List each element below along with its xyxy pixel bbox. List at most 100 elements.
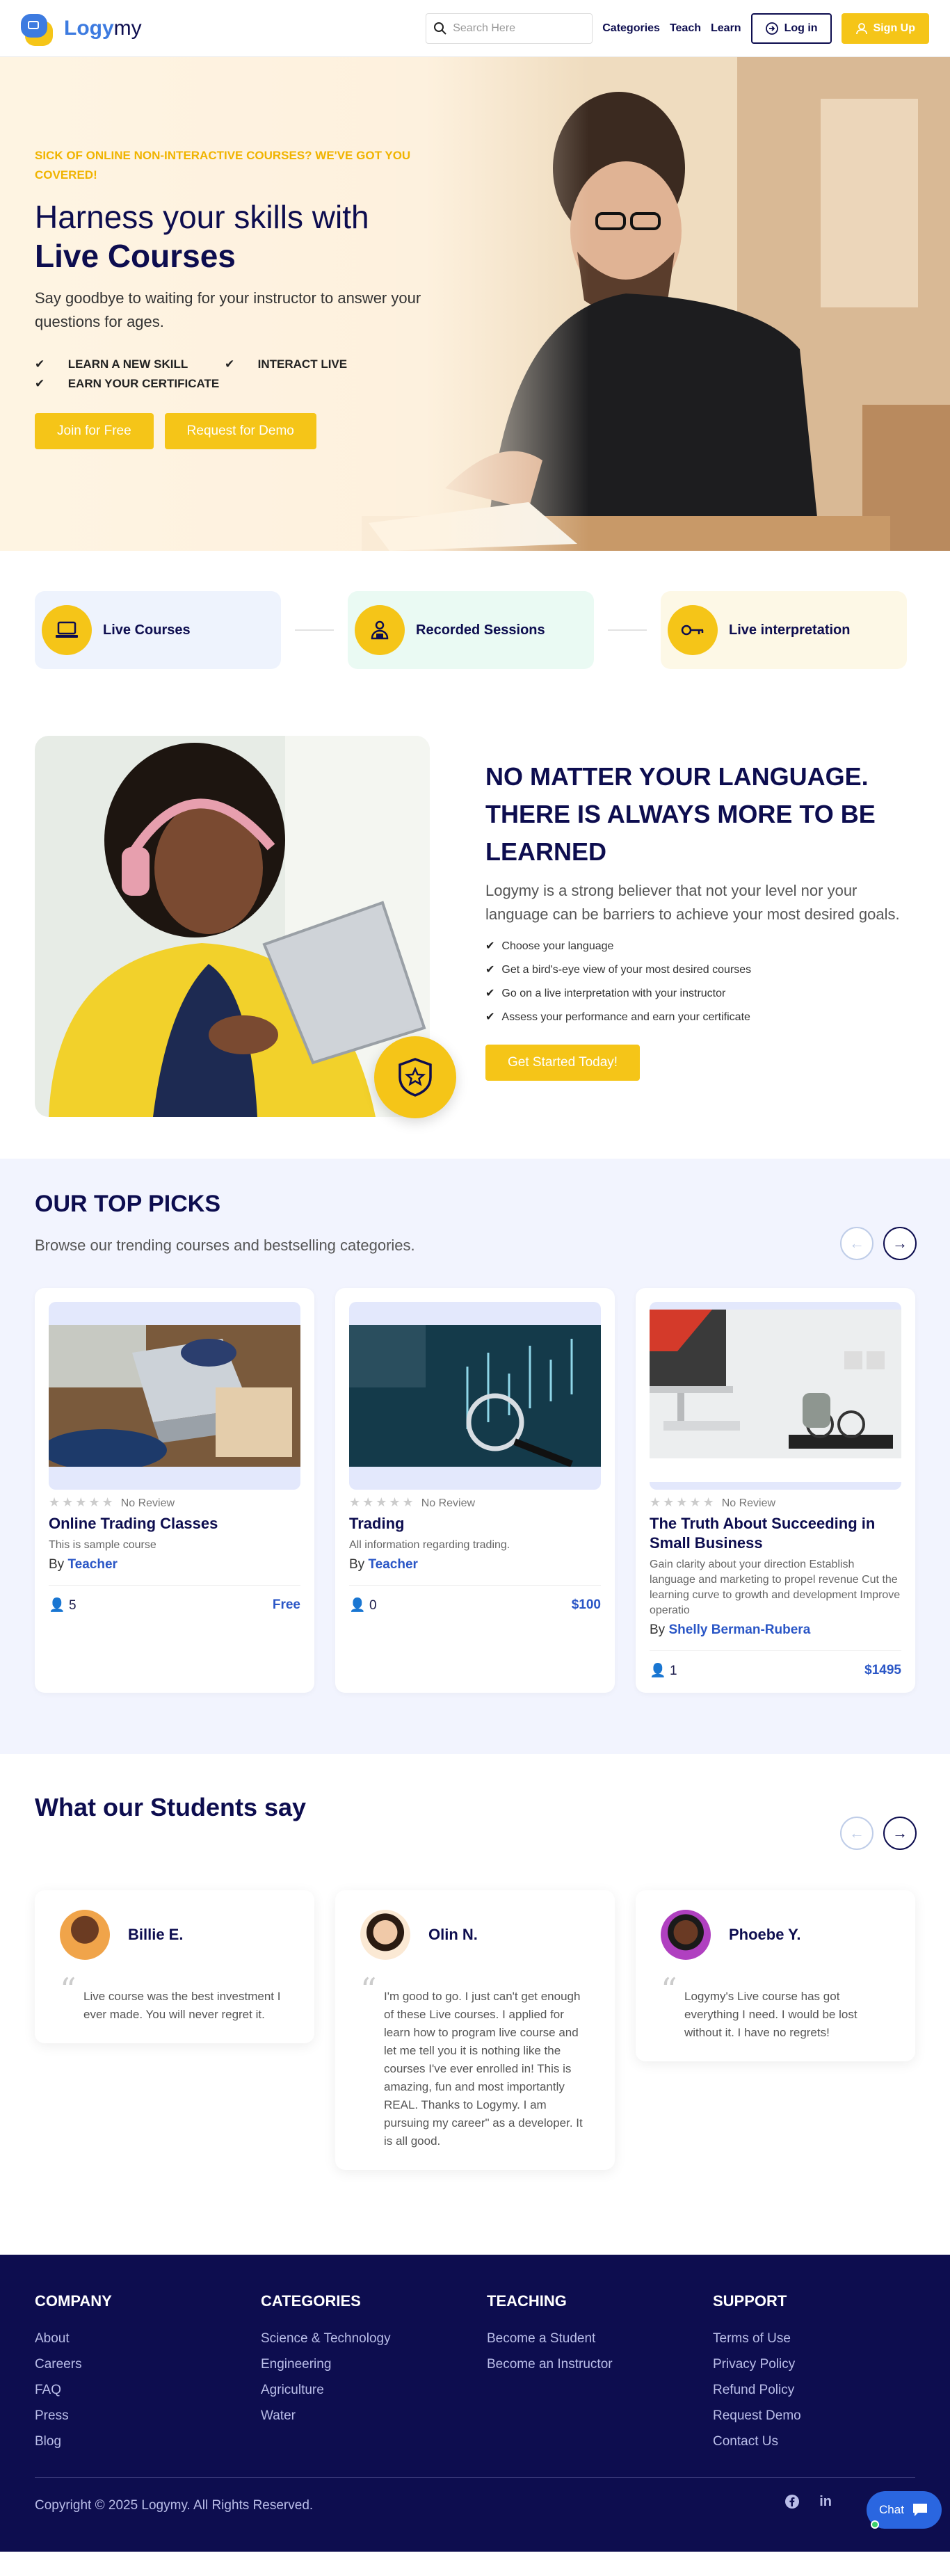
footer-link[interactable]: FAQ xyxy=(35,2377,261,2403)
carousel-controls: ← → xyxy=(840,1817,917,1850)
shield-star-icon xyxy=(398,1058,432,1097)
check-icon: ✔ xyxy=(224,357,241,371)
presenter-icon xyxy=(355,605,405,655)
join-free-button[interactable]: Join for Free xyxy=(35,413,154,449)
feature-label: Live Courses xyxy=(103,622,191,638)
nav-categories[interactable]: Categories xyxy=(602,22,660,35)
testimonial-card: Phoebe Y. Logymy's Live course has got e… xyxy=(636,1890,915,2061)
check-item: ✔ LEARN A NEW SKILL xyxy=(35,357,188,371)
search-icon xyxy=(434,22,446,35)
footer-column-company: COMPANY About Careers FAQ Press Blog xyxy=(35,2292,261,2454)
signup-button[interactable]: Sign Up xyxy=(841,13,929,44)
rating-stars: ★★★★★ No Review xyxy=(49,1495,175,1509)
request-demo-button[interactable]: Request for Demo xyxy=(164,413,316,449)
course-description: All information regarding trading. xyxy=(349,1539,510,1551)
footer-link[interactable]: Agriculture xyxy=(261,2377,487,2403)
login-label: Log in xyxy=(784,22,818,34)
user-icon: 👤 xyxy=(49,1598,65,1613)
footer-column-support: SUPPORT Terms of Use Privacy Policy Refu… xyxy=(713,2292,939,2454)
testimonial-card: Billie E. Live course was the best inves… xyxy=(35,1890,314,2043)
course-price: Free xyxy=(272,1597,300,1612)
course-image xyxy=(49,1302,300,1490)
arrow-left-icon[interactable]: ← xyxy=(840,1817,873,1850)
top-picks-section: OUR TOP PICKS Browse our trending course… xyxy=(0,1159,950,1754)
footer-link[interactable]: About xyxy=(35,2326,261,2351)
footer-heading: SUPPORT xyxy=(713,2292,787,2310)
arrow-left-icon[interactable]: ← xyxy=(840,1227,873,1260)
feature-recorded-sessions[interactable]: Recorded Sessions xyxy=(348,591,594,669)
hero-buttons: Join for Free Request for Demo xyxy=(35,413,452,449)
list-item: Choose your language xyxy=(485,935,917,958)
footer-link[interactable]: Refund Policy xyxy=(713,2377,939,2403)
hero-title: Harness your skills with Live Courses xyxy=(35,199,369,274)
rating-stars: ★★★★★ No Review xyxy=(650,1495,776,1509)
logo[interactable]: Logymy xyxy=(21,11,142,46)
nav-learn[interactable]: Learn xyxy=(711,22,741,35)
copyright: Copyright © 2025 Logymy. All Rights Rese… xyxy=(35,2498,314,2513)
feature-live-interpretation[interactable]: Live interpretation xyxy=(661,591,907,669)
chat-button[interactable]: Chat xyxy=(867,2491,942,2529)
footer-link[interactable]: Request Demo xyxy=(713,2403,939,2429)
footer-link[interactable]: Careers xyxy=(35,2351,261,2377)
footer-link[interactable]: Water xyxy=(261,2403,487,2429)
feature-label: Recorded Sessions xyxy=(416,622,545,638)
avatar xyxy=(661,1910,711,1960)
divider xyxy=(295,629,334,631)
course-title[interactable]: Trading xyxy=(349,1514,601,1533)
site-header: Logymy Categories Teach Learn Log in Sig… xyxy=(0,0,950,57)
check-item: ✔ INTERACT LIVE xyxy=(224,357,348,371)
course-footer: 👤 5 Free xyxy=(49,1585,300,1613)
course-card[interactable]: ★★★★★ No Review The Truth About Succeedin… xyxy=(636,1288,915,1693)
facebook-icon[interactable] xyxy=(784,2494,800,2513)
course-card[interactable]: ★★★★★ No Review Trading All information r… xyxy=(335,1288,615,1693)
footer-link[interactable]: Become an Instructor xyxy=(487,2351,713,2377)
footer-link[interactable]: Science & Technology xyxy=(261,2326,487,2351)
testimonial-quote: Live course was the best investment I ev… xyxy=(60,1981,289,2024)
arrow-right-icon[interactable]: → xyxy=(883,1817,917,1850)
online-status-dot xyxy=(871,2520,879,2529)
footer-link[interactable]: Contact Us xyxy=(713,2429,939,2454)
chat-icon xyxy=(912,2504,927,2516)
hero-checklist: ✔ LEARN A NEW SKILL ✔ INTERACT LIVE ✔ EA… xyxy=(35,355,452,394)
linkedin-icon[interactable]: in xyxy=(819,2494,832,2513)
footer-columns: COMPANY About Careers FAQ Press Blog CAT… xyxy=(35,2292,939,2454)
arrow-right-icon[interactable]: → xyxy=(883,1227,917,1260)
course-author: By Teacher xyxy=(49,1557,118,1572)
course-title[interactable]: Online Trading Classes xyxy=(49,1514,300,1533)
feature-live-courses[interactable]: Live Courses xyxy=(35,591,281,669)
course-price: $100 xyxy=(571,1597,601,1612)
footer-link[interactable]: Terms of Use xyxy=(713,2326,939,2351)
check-icon: ✔ xyxy=(35,377,51,390)
testimonial-card: Olin N. I'm good to go. I just can't get… xyxy=(335,1890,615,2170)
login-button[interactable]: Log in xyxy=(750,13,832,44)
language-heading-bold: THERE IS ALWAYS MORE TO BE LEARNED xyxy=(485,800,876,866)
search-input[interactable] xyxy=(453,22,586,35)
footer-link[interactable]: Blog xyxy=(35,2429,261,2454)
rating-stars: ★★★★★ No Review xyxy=(349,1495,476,1509)
logo-icon xyxy=(21,11,60,46)
course-footer: 👤 0 $100 xyxy=(349,1585,601,1613)
course-footer: 👤 1 $1495 xyxy=(650,1650,901,1679)
testimonial-cards: Billie E. Live course was the best inves… xyxy=(35,1890,915,2170)
footer-link[interactable]: Privacy Policy xyxy=(713,2351,939,2377)
avatar xyxy=(60,1910,110,1960)
carousel-controls: ← → xyxy=(840,1227,917,1260)
course-author: By Teacher xyxy=(349,1557,418,1572)
check-item: ✔ EARN YOUR CERTIFICATE xyxy=(35,377,220,390)
language-section: NO MATTER YOUR LANGUAGE. THERE IS ALWAYS… xyxy=(0,709,950,1159)
get-started-button[interactable]: Get Started Today! xyxy=(485,1045,641,1081)
course-title[interactable]: The Truth About Succeeding in Small Busi… xyxy=(650,1514,901,1553)
footer-link[interactable]: Become a Student xyxy=(487,2326,713,2351)
student-count: 👤 1 xyxy=(650,1664,677,1678)
course-description: This is sample course xyxy=(49,1539,156,1551)
footer-link[interactable]: Press xyxy=(35,2403,261,2429)
hero-section: SICK OF ONLINE NON-INTERACTIVE COURSES? … xyxy=(0,57,950,551)
list-item: Go on a live interpretation with your in… xyxy=(485,982,917,1006)
search-box[interactable] xyxy=(426,13,593,44)
footer-column-categories: CATEGORIES Science & Technology Engineer… xyxy=(261,2292,487,2454)
footer-link[interactable]: Engineering xyxy=(261,2351,487,2377)
course-card[interactable]: ★★★★★ No Review Online Trading Classes Th… xyxy=(35,1288,314,1693)
user-icon: 👤 xyxy=(349,1598,366,1613)
list-item: Assess your performance and earn your ce… xyxy=(485,1006,917,1029)
nav-teach[interactable]: Teach xyxy=(670,22,701,35)
